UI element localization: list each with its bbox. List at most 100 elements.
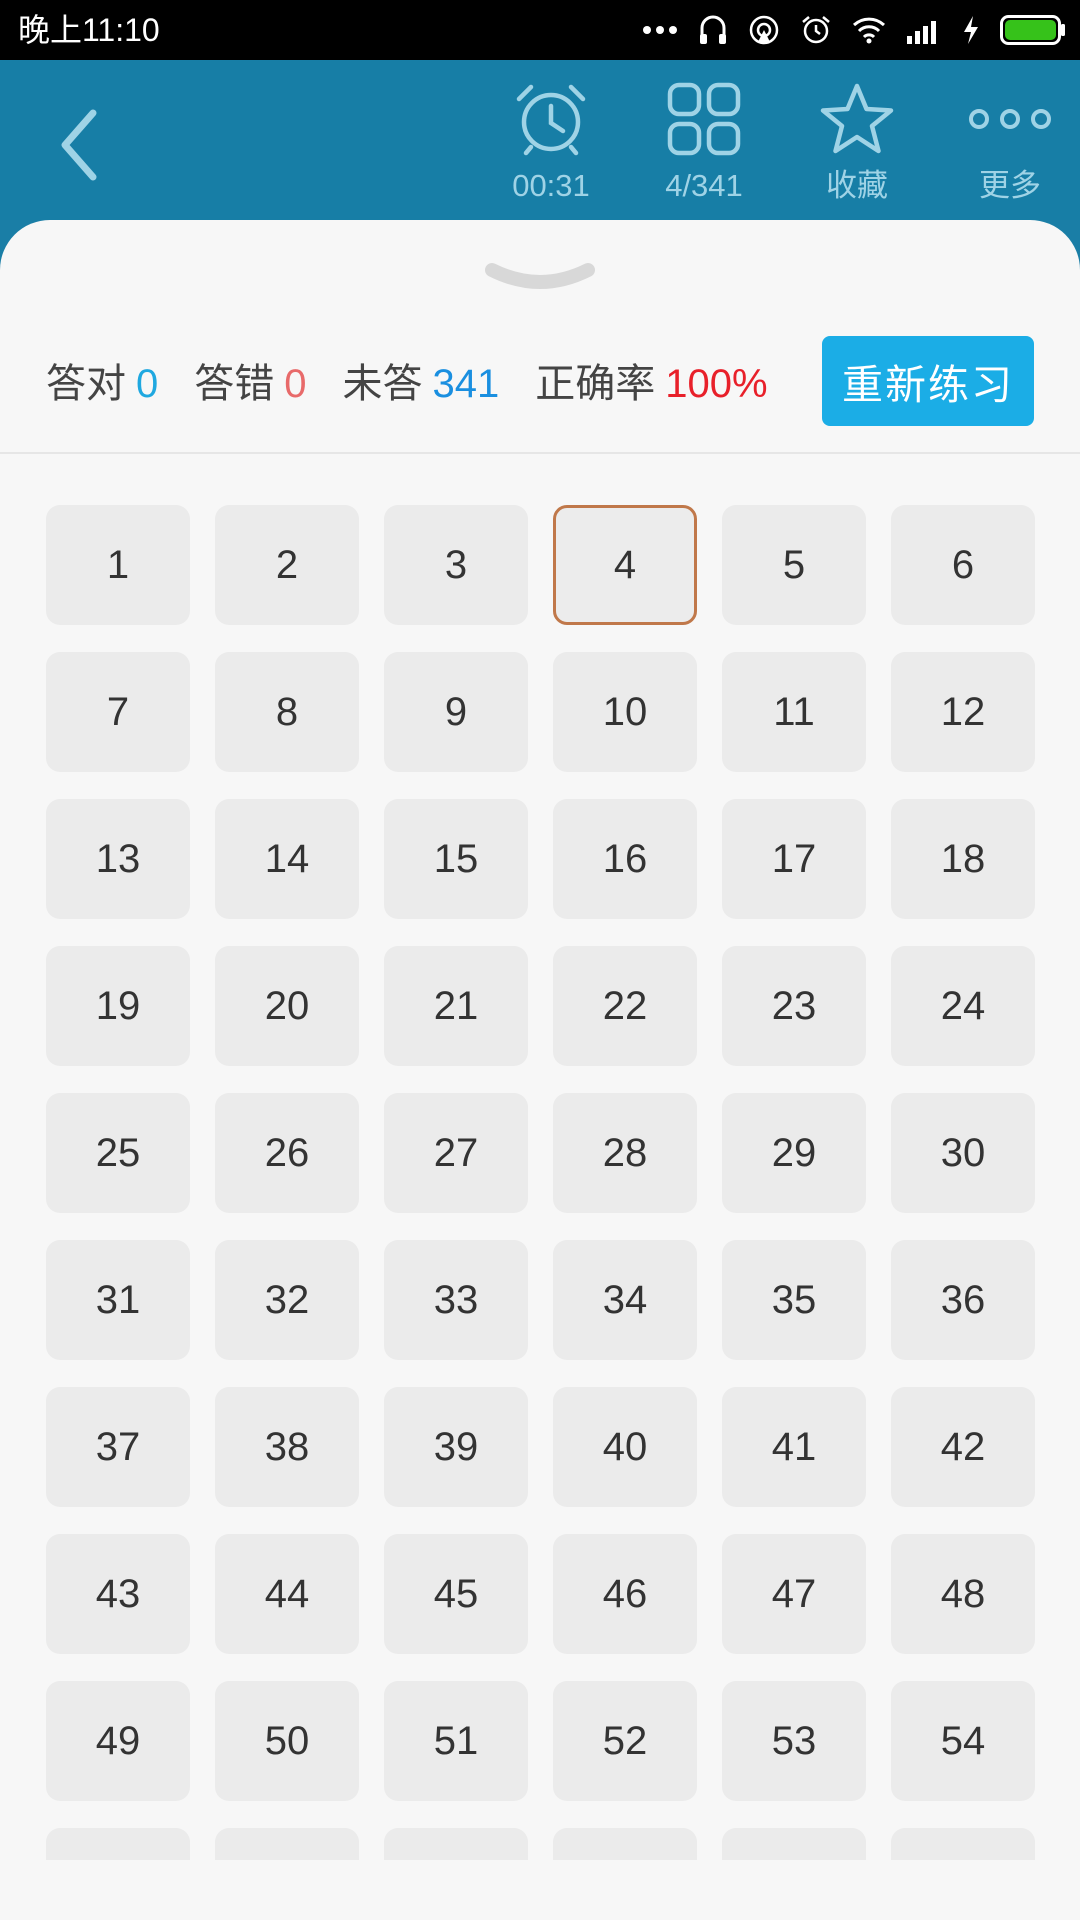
question-cell[interactable]: 5 bbox=[722, 505, 866, 625]
question-cell[interactable]: 19 bbox=[46, 946, 190, 1066]
question-cell[interactable]: 13 bbox=[46, 799, 190, 919]
favorite-label: 收藏 bbox=[826, 168, 888, 203]
question-cell[interactable]: 46 bbox=[553, 1534, 697, 1654]
question-cell[interactable]: 6 bbox=[891, 505, 1035, 625]
question-cell[interactable]: 20 bbox=[215, 946, 359, 1066]
question-cell[interactable]: 22 bbox=[553, 946, 697, 1066]
question-cell[interactable]: 51 bbox=[384, 1681, 528, 1801]
divider bbox=[0, 452, 1080, 454]
progress-label: 4/341 bbox=[665, 168, 743, 203]
question-cell[interactable]: 47 bbox=[722, 1534, 866, 1654]
correct-stat: 答对 0 bbox=[46, 351, 158, 409]
question-cell[interactable]: 17 bbox=[722, 799, 866, 919]
status-time: 晚上11:10 bbox=[18, 12, 160, 48]
alarm-icon bbox=[802, 16, 830, 44]
star-icon bbox=[820, 83, 894, 154]
accuracy-stat: 正确率 100% bbox=[535, 351, 767, 409]
question-grid-viewport: 1 2 3 4 5 6 7 8 9 10 11 12 13 14 15 16 17 18 19 20 21 22 23 24 2… bbox=[0, 505, 1080, 1860]
question-cell[interactable]: 32 bbox=[215, 1240, 359, 1360]
answer-sheet-button[interactable]: 4/341 bbox=[639, 74, 769, 214]
question-cell[interactable]: 21 bbox=[384, 946, 528, 1066]
question-cell[interactable]: 18 bbox=[891, 799, 1035, 919]
question-cell[interactable]: 35 bbox=[722, 1240, 866, 1360]
question-cell[interactable]: 31 bbox=[46, 1240, 190, 1360]
question-cell[interactable]: 48 bbox=[891, 1534, 1035, 1654]
timer-button[interactable]: 00:31 bbox=[486, 74, 616, 214]
question-cell[interactable]: 30 bbox=[891, 1093, 1035, 1213]
stats-bar: 答对 0 答错 0 未答 341 正确率 100% bbox=[46, 355, 804, 406]
question-cell[interactable]: 28 bbox=[553, 1093, 697, 1213]
question-cell[interactable]: 50 bbox=[215, 1681, 359, 1801]
answer-sheet-panel: 答对 0 答错 0 未答 341 正确率 100% 重新练习 1 2 3 4 5 6 7 8 9 10 11… bbox=[0, 220, 1080, 1920]
question-cell[interactable] bbox=[553, 1828, 697, 1860]
status-icons bbox=[642, 10, 1066, 50]
timer-label: 00:31 bbox=[512, 168, 590, 203]
correct-label: 答对 bbox=[46, 362, 126, 406]
correct-value: 0 bbox=[136, 362, 159, 406]
collapse-chevron-icon[interactable] bbox=[484, 260, 596, 300]
question-cell[interactable]: 33 bbox=[384, 1240, 528, 1360]
question-cell[interactable]: 34 bbox=[553, 1240, 697, 1360]
wrong-label: 答错 bbox=[194, 362, 275, 406]
question-cell[interactable]: 26 bbox=[215, 1093, 359, 1213]
question-cell[interactable]: 42 bbox=[891, 1387, 1035, 1507]
hotspot-icon bbox=[749, 15, 779, 45]
question-cell[interactable]: 40 bbox=[553, 1387, 697, 1507]
grid-icon bbox=[667, 82, 741, 156]
question-cell[interactable]: 16 bbox=[553, 799, 697, 919]
wrong-value: 0 bbox=[284, 362, 307, 406]
question-cell[interactable]: 9 bbox=[384, 652, 528, 772]
question-cell[interactable]: 14 bbox=[215, 799, 359, 919]
question-cell[interactable]: 10 bbox=[553, 652, 697, 772]
question-cell[interactable]: 37 bbox=[46, 1387, 190, 1507]
favorite-button[interactable]: 收藏 bbox=[792, 74, 922, 214]
headphone-icon bbox=[700, 15, 726, 44]
question-cell[interactable]: 52 bbox=[553, 1681, 697, 1801]
question-cell[interactable]: 45 bbox=[384, 1534, 528, 1654]
question-cell[interactable]: 29 bbox=[722, 1093, 866, 1213]
question-cell[interactable]: 54 bbox=[891, 1681, 1035, 1801]
question-cell[interactable]: 8 bbox=[215, 652, 359, 772]
restart-practice-button[interactable]: 重新练习 bbox=[822, 336, 1034, 426]
question-cell[interactable]: 49 bbox=[46, 1681, 190, 1801]
accuracy-label: 正确率 bbox=[535, 362, 656, 406]
signal-icon bbox=[907, 21, 936, 44]
accuracy-value: 100% bbox=[665, 362, 768, 406]
question-cell[interactable]: 15 bbox=[384, 799, 528, 919]
question-cell[interactable]: 39 bbox=[384, 1387, 528, 1507]
charging-icon bbox=[964, 16, 978, 44]
question-cell[interactable]: 27 bbox=[384, 1093, 528, 1213]
question-cell[interactable]: 11 bbox=[722, 652, 866, 772]
question-cell[interactable]: 23 bbox=[722, 946, 866, 1066]
question-cell[interactable]: 41 bbox=[722, 1387, 866, 1507]
question-cell[interactable] bbox=[384, 1828, 528, 1860]
question-grid: 1 2 3 4 5 6 7 8 9 10 11 12 13 14 15 16 17 18 19 20 21 22 23 24 2… bbox=[46, 505, 1036, 1860]
question-cell[interactable]: 24 bbox=[891, 946, 1035, 1066]
header-toolbar: 00:31 4/341 收藏 更多 bbox=[0, 60, 1080, 220]
question-cell[interactable]: 2 bbox=[215, 505, 359, 625]
question-cell[interactable]: 7 bbox=[46, 652, 190, 772]
question-cell[interactable]: 1 bbox=[46, 505, 190, 625]
alarm-clock-icon bbox=[516, 84, 586, 156]
unanswered-value: 341 bbox=[432, 362, 500, 406]
question-cell[interactable]: 25 bbox=[46, 1093, 190, 1213]
question-cell[interactable]: 44 bbox=[215, 1534, 359, 1654]
question-cell-current[interactable]: 4 bbox=[553, 505, 697, 625]
unanswered-stat: 未答 341 bbox=[343, 351, 500, 409]
more-label: 更多 bbox=[979, 168, 1041, 203]
battery-icon bbox=[1000, 15, 1065, 45]
more-button[interactable]: 更多 bbox=[945, 74, 1075, 214]
question-cell[interactable] bbox=[891, 1828, 1035, 1860]
question-cell[interactable]: 53 bbox=[722, 1681, 866, 1801]
wifi-icon bbox=[852, 17, 886, 44]
wrong-stat: 答错 0 bbox=[194, 351, 306, 409]
question-cell[interactable] bbox=[46, 1828, 190, 1860]
question-cell[interactable]: 38 bbox=[215, 1387, 359, 1507]
question-cell[interactable] bbox=[722, 1828, 866, 1860]
back-button[interactable] bbox=[40, 100, 120, 190]
question-cell[interactable]: 36 bbox=[891, 1240, 1035, 1360]
question-cell[interactable] bbox=[215, 1828, 359, 1860]
question-cell[interactable]: 43 bbox=[46, 1534, 190, 1654]
question-cell[interactable]: 3 bbox=[384, 505, 528, 625]
question-cell[interactable]: 12 bbox=[891, 652, 1035, 772]
